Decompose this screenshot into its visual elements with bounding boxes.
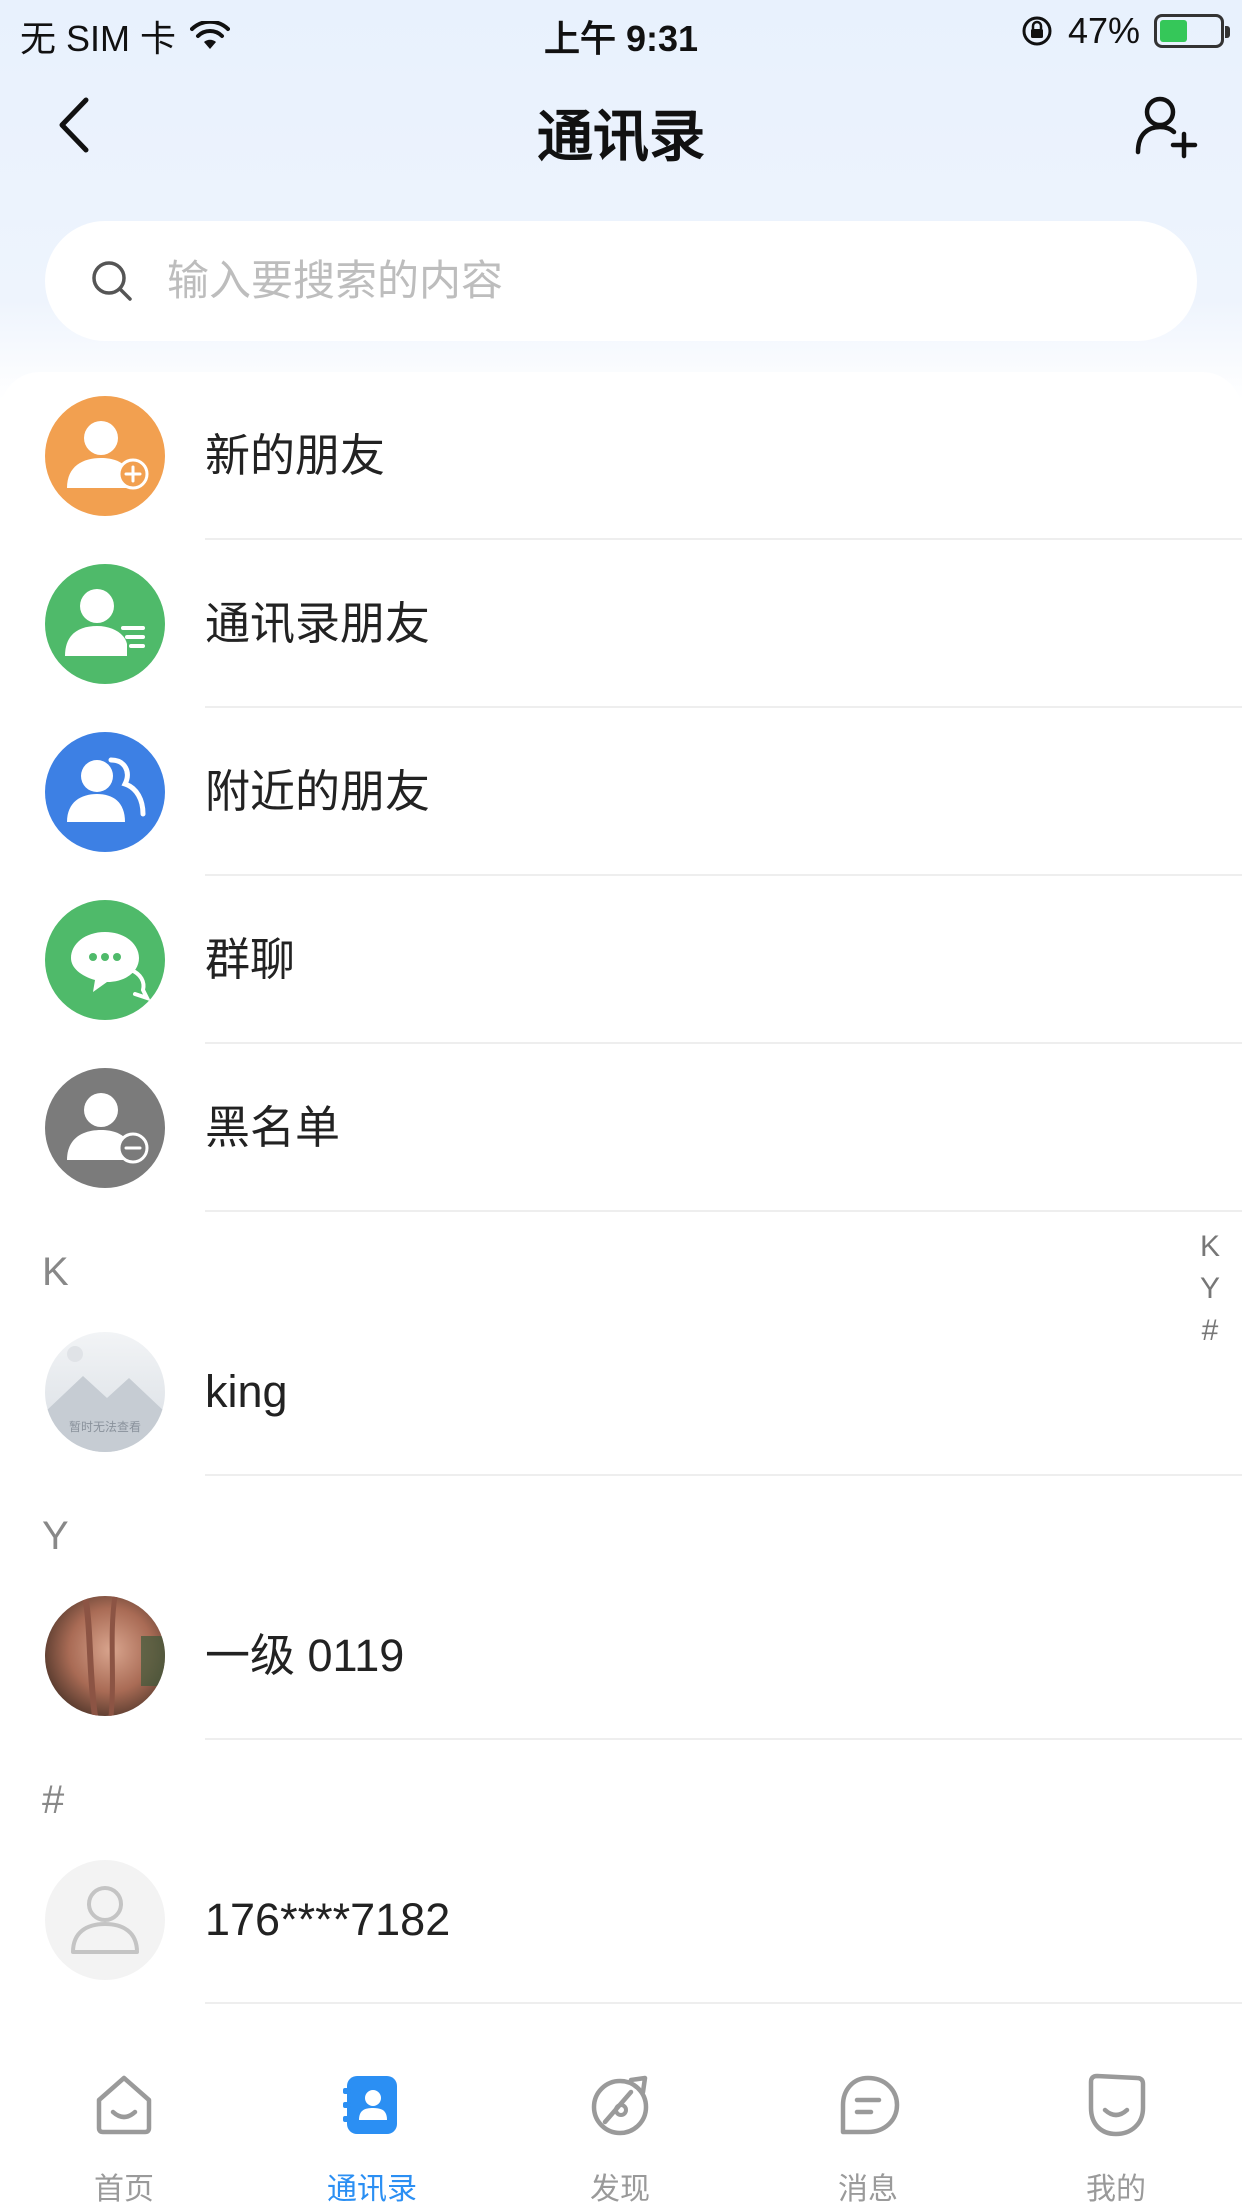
alphabet-index-bar[interactable]: K Y # <box>1190 1226 1230 1352</box>
blacklist-icon <box>45 1068 165 1188</box>
tab-messages[interactable]: 消息 <box>744 2052 992 2208</box>
index-letter-hash[interactable]: # <box>1202 1310 1219 1352</box>
search-icon <box>92 261 132 301</box>
contacts-list: 新的朋友 通讯录朋友 附近的朋友 群聊 黑名单 K 暂时无法查看 king Y … <box>0 372 1242 2052</box>
discover-icon <box>591 2075 649 2136</box>
contacts-icon <box>343 2076 397 2134</box>
menu-item-label: 新的朋友 <box>205 430 386 481</box>
battery-fill <box>1160 20 1188 42</box>
contact-name: 一级 0119 <box>205 1630 405 1681</box>
section-header-y: Y <box>42 1514 69 1558</box>
battery-percent: 47% <box>1067 10 1140 51</box>
menu-item-blacklist[interactable]: 黑名单 <box>0 1044 1242 1212</box>
section-header-k: K <box>42 1250 69 1294</box>
tab-profile[interactable]: 我的 <box>992 2052 1240 2208</box>
contact-name: 176****7182 <box>205 1894 451 1945</box>
contact-name: king <box>205 1366 288 1417</box>
nav-bar: 通讯录 <box>0 62 1242 192</box>
menu-item-contact-friends[interactable]: 通讯录朋友 <box>0 540 1242 708</box>
menu-item-new-friends[interactable]: 新的朋友 <box>0 372 1242 540</box>
tab-discover[interactable]: 发现 <box>496 2052 744 2208</box>
nearby-friends-icon <box>45 732 165 852</box>
tab-bar: 首页 通讯录 发现 消息 我的 <box>0 2052 1242 2208</box>
tab-home[interactable]: 首页 <box>0 2052 248 2208</box>
menu-item-label: 群聊 <box>205 934 296 985</box>
tab-label: 首页 <box>94 2173 154 2206</box>
contact-avatar-photo <box>45 1596 165 1716</box>
section-header-hash: # <box>42 1778 65 1822</box>
menu-item-label: 附近的朋友 <box>205 766 431 817</box>
divider <box>205 1474 1242 1476</box>
tab-label: 消息 <box>838 2173 898 2206</box>
contact-avatar-placeholder: 暂时无法查看 <box>45 1332 165 1452</box>
contact-row-phone[interactable]: 176****7182 <box>0 1836 1242 2004</box>
contacts-friend-icon <box>45 564 165 684</box>
contact-row-king[interactable]: 暂时无法查看 king <box>0 1308 1242 1476</box>
home-icon <box>96 2075 152 2135</box>
menu-item-group-chat[interactable]: 群聊 <box>0 876 1242 1044</box>
tab-label: 我的 <box>1086 2173 1146 2206</box>
search-box[interactable] <box>45 221 1197 341</box>
divider <box>205 1738 1242 1740</box>
add-friend-button[interactable] <box>1130 90 1202 162</box>
tab-contacts[interactable]: 通讯录 <box>248 2052 496 2208</box>
page-title: 通讯录 <box>537 105 705 168</box>
new-friend-icon <box>45 396 165 516</box>
status-bar: 无 SIM 卡 上午 9:31 47% <box>0 0 1242 62</box>
contacts-page: 无 SIM 卡 上午 9:31 47% 通讯录 输入要搜索的内容 新的朋友 通讯… <box>0 0 1242 2208</box>
orientation-lock-icon <box>1022 16 1052 46</box>
menu-item-label: 黑名单 <box>205 1102 341 1153</box>
tab-label: 通讯录 <box>327 2173 417 2206</box>
menu-item-nearby-friends[interactable]: 附近的朋友 <box>0 708 1242 876</box>
index-letter-y[interactable]: Y <box>1200 1268 1220 1310</box>
group-chat-icon <box>45 900 165 1020</box>
add-user-icon <box>1135 96 1198 159</box>
divider <box>205 1210 1242 1212</box>
contact-row-yiji[interactable]: 一级 0119 <box>0 1572 1242 1740</box>
divider <box>205 2002 1242 2004</box>
avatar-caption: 暂时无法查看 <box>68 1420 141 1434</box>
search-input[interactable] <box>167 257 1067 305</box>
menu-item-label: 通讯录朋友 <box>205 598 431 649</box>
default-avatar-icon <box>45 1860 165 1980</box>
battery-icon <box>1154 14 1230 48</box>
status-right: 47% <box>1020 10 1230 52</box>
message-icon <box>840 2075 900 2135</box>
tab-label: 发现 <box>590 2173 650 2206</box>
index-letter-k[interactable]: K <box>1200 1226 1220 1268</box>
profile-icon <box>1088 2073 1146 2137</box>
